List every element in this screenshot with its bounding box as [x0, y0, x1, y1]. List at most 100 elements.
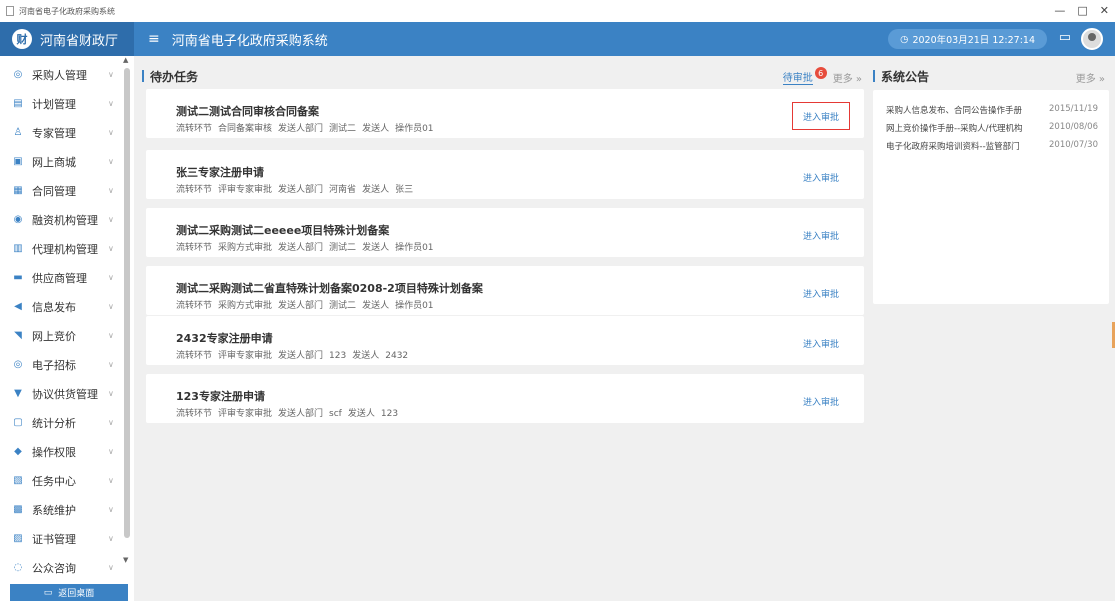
- chevron-down-icon: ∨: [108, 244, 114, 253]
- sidebar-item[interactable]: ▢ 统计分析 ∨: [0, 408, 134, 437]
- back-to-desktop-button[interactable]: ▭ 返回桌面: [10, 584, 128, 601]
- step-value: 评审专家审批: [218, 409, 273, 419]
- dept-label: 发送人部门: [278, 243, 324, 253]
- dept-value: 河南省: [329, 185, 357, 195]
- sidebar-item[interactable]: ▦ 合同管理 ∨: [0, 176, 134, 205]
- sidebar-item-label: 合同管理: [32, 184, 76, 198]
- enter-approval-button[interactable]: 进入审批: [792, 221, 850, 249]
- scroll-up-icon[interactable]: ▲: [123, 56, 128, 64]
- sidebar-item-label: 网上商城: [32, 155, 76, 169]
- step-label: 流转环节: [176, 301, 213, 311]
- step-label: 流转环节: [176, 185, 213, 195]
- system-title: 河南省电子化政府采购系统: [171, 33, 328, 49]
- notice-title[interactable]: 网上竞价操作手册--采购人/代理机构: [886, 122, 1023, 134]
- step-value: 评审专家审批: [218, 185, 273, 195]
- sidebar-item[interactable]: ▬ 供应商管理 ∨: [0, 263, 134, 292]
- task-card: 张三专家注册申请流转环节 评审专家审批 发送人部门 河南省 发送人 张三 进入审批: [146, 150, 864, 199]
- sidebar-item-label: 专家管理: [32, 126, 76, 140]
- dept-label: 发送人部门: [278, 301, 324, 311]
- message-icon[interactable]: ▭: [1059, 30, 1071, 45]
- step-value: 评审专家审批: [218, 351, 273, 361]
- sidebar-item-label: 统计分析: [32, 416, 76, 430]
- task-title[interactable]: 2432专家注册申请: [176, 330, 273, 346]
- enter-approval-button[interactable]: 进入审批: [792, 102, 850, 130]
- task-title[interactable]: 测试二采购测试二省直特殊计划备案0208-2项目特殊计划备案: [176, 280, 483, 296]
- sender-label: 发送人: [362, 124, 390, 134]
- dept-value: 测试二: [329, 243, 357, 253]
- notice-item[interactable]: 采购人信息发布、合同公告操作手册 2015/11/19: [886, 104, 1098, 116]
- task-title[interactable]: 测试二测试合同审核合同备案: [176, 103, 319, 119]
- user-avatar[interactable]: [1081, 28, 1103, 50]
- sidebar-item[interactable]: ♙ 专家管理 ∨: [0, 118, 134, 147]
- notice-item[interactable]: 网上竞价操作手册--采购人/代理机构 2010/08/06: [886, 122, 1098, 134]
- task-title[interactable]: 张三专家注册申请: [176, 164, 264, 180]
- enter-approval-button[interactable]: 进入审批: [792, 387, 850, 415]
- menu-icon: ▧: [13, 475, 23, 486]
- chevron-down-icon: ∨: [108, 563, 114, 572]
- sidebar-item[interactable]: ▨ 证书管理 ∨: [0, 524, 134, 553]
- notice-title[interactable]: 电子化政府采购培训资料--监管部门: [886, 140, 1020, 152]
- sidebar-item[interactable]: ◎ 电子招标 ∨: [0, 350, 134, 379]
- sidebar-item-label: 公众咨询: [32, 561, 76, 575]
- sidebar-item-label: 系统维护: [32, 503, 76, 517]
- menu-icon: ◎: [13, 69, 23, 80]
- back-to-desktop-label: 返回桌面: [58, 589, 95, 599]
- chevron-down-icon: ∨: [108, 389, 114, 398]
- tasks-more-link[interactable]: 更多 »: [833, 70, 862, 85]
- sidebar-scrollbar[interactable]: ▲ ▼: [122, 56, 132, 568]
- sidebar-item-label: 融资机构管理: [32, 213, 98, 227]
- task-card: 测试二采购测试二eeeee项目特殊计划备案 流转环节 采购方式审批 发送人部门 测试二发…: [146, 208, 864, 257]
- scroll-down-icon[interactable]: ▼: [123, 556, 128, 564]
- sidebar-item[interactable]: ▤ 计划管理 ∨: [0, 89, 134, 118]
- sidebar-item[interactable]: ◎ 采购人管理 ∨: [0, 60, 134, 89]
- sender-label: 发送人: [362, 243, 390, 253]
- sidebar-item-label: 网上竞价: [32, 329, 76, 343]
- notice-item[interactable]: 电子化政府采购培训资料--监管部门 2010/07/30: [886, 140, 1098, 152]
- brand[interactable]: 财 河南省财政厅: [0, 22, 134, 56]
- menu-icon: ▼: [14, 388, 22, 399]
- notice-list: 采购人信息发布、合同公告操作手册 2015/11/19 网上竞价操作手册--采购人/…: [873, 90, 1109, 304]
- sidebar-item[interactable]: ◆ 操作权限 ∨: [0, 437, 134, 466]
- close-button[interactable]: ✕: [1100, 4, 1109, 17]
- tasks-section-title: 待办任务: [150, 69, 199, 84]
- sidebar-item[interactable]: ◀ 信息发布 ∨: [0, 292, 134, 321]
- sender-value: 123: [380, 409, 399, 419]
- enter-approval-button[interactable]: 进入审批: [792, 163, 850, 191]
- chevron-down-icon: ∨: [108, 215, 114, 224]
- section-marker: [142, 70, 144, 82]
- sender-value: 操作员01: [395, 301, 434, 311]
- task-title[interactable]: 123专家注册申请: [176, 388, 265, 404]
- task-meta: 流转环节 评审专家审批 发送人部门 123 发送人 2432: [176, 348, 414, 361]
- sidebar-item[interactable]: ▧ 任务中心 ∨: [0, 466, 134, 495]
- tasks-tabs: 待审批 6 更多 »: [782, 67, 862, 85]
- sender-label: 发送人: [362, 185, 390, 195]
- notice-title[interactable]: 采购人信息发布、合同公告操作手册: [886, 104, 1022, 116]
- dept-label: 发送人部门: [278, 185, 324, 195]
- maximize-button[interactable]: □: [1077, 4, 1087, 17]
- chevron-down-icon: ∨: [108, 360, 114, 369]
- menu-toggle-icon[interactable]: ≡: [148, 31, 160, 47]
- step-label: 流转环节: [176, 124, 213, 134]
- sidebar-item[interactable]: ▥ 代理机构管理 ∨: [0, 234, 134, 263]
- notice-date: 2010/07/30: [1049, 140, 1098, 150]
- menu-icon: ▣: [13, 156, 23, 167]
- sidebar-item[interactable]: ◌ 公众咨询 ∨: [0, 553, 134, 582]
- tab-pending-approval[interactable]: 待审批: [782, 69, 813, 85]
- sidebar-item[interactable]: ◥ 网上竞价 ∨: [0, 321, 134, 350]
- enter-approval-button[interactable]: 进入审批: [792, 329, 850, 357]
- chevron-down-icon: ∨: [108, 505, 114, 514]
- menu-icon: ◀: [14, 301, 22, 312]
- task-title[interactable]: 测试二采购测试二eeeee项目特殊计划备案: [176, 222, 389, 238]
- menu-icon: ◆: [14, 446, 22, 457]
- sidebar-item[interactable]: ▩ 系统维护 ∨: [0, 495, 134, 524]
- minimize-button[interactable]: —: [1054, 4, 1065, 17]
- sidebar-item[interactable]: ◉ 融资机构管理 ∨: [0, 205, 134, 234]
- enter-approval-button[interactable]: 进入审批: [792, 279, 850, 307]
- sidebar-item[interactable]: ▼ 协议供货管理 ∨: [0, 379, 134, 408]
- notice-more-link[interactable]: 更多 »: [1076, 70, 1105, 85]
- dept-value: scf: [329, 409, 342, 419]
- sidebar-item[interactable]: ▣ 网上商城 ∨: [0, 147, 134, 176]
- sender-value: 张三: [395, 185, 414, 195]
- chevron-down-icon: ∨: [108, 331, 114, 340]
- scrollbar-thumb[interactable]: [124, 68, 130, 538]
